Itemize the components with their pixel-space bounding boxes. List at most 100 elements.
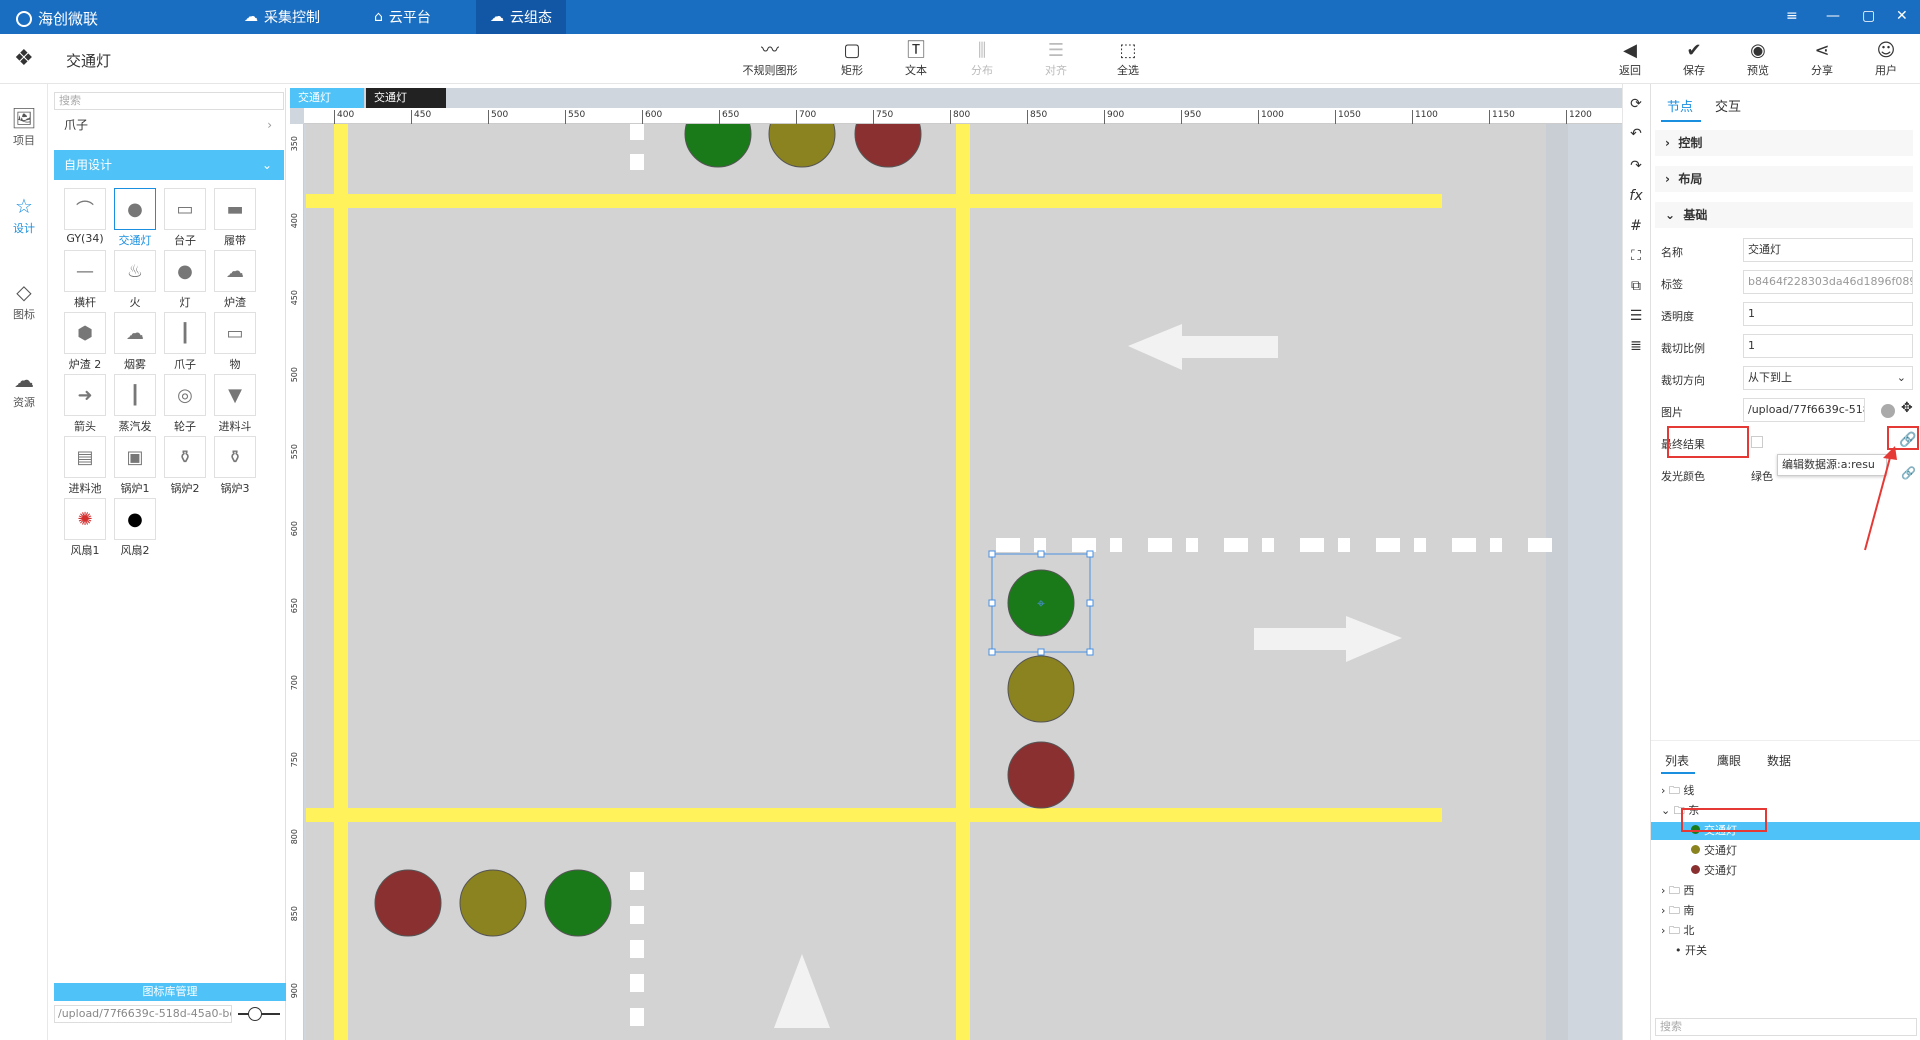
nav-project[interactable]: 🖼 项目 xyxy=(0,106,48,148)
palette-item[interactable]: ◎ 轮子 xyxy=(160,374,210,434)
nav-design[interactable]: ☆ 设计 xyxy=(0,194,48,236)
palette-item[interactable]: ⌒ GY(34) xyxy=(60,188,110,245)
tab-eagle-eye[interactable]: 鹰眼 xyxy=(1717,752,1741,769)
tab-interaction[interactable]: 交互 xyxy=(1715,96,1741,115)
field-glow-color-label: 发光颜色 xyxy=(1661,470,1705,483)
palette-item-label: 交通灯 xyxy=(118,234,152,247)
palette-item[interactable]: ☁ 烟雾 xyxy=(110,312,160,372)
section-layout[interactable]: › 布局 xyxy=(1655,166,1913,192)
palette-item-thumb: ● xyxy=(114,188,156,230)
fit-icon[interactable]: ⛶ xyxy=(1623,248,1649,264)
palette-item[interactable]: ▼ 进料斗 xyxy=(210,374,260,434)
icon-library-button[interactable]: 图标库管理 xyxy=(54,983,286,1001)
tree-item[interactable]: › 🗀 线 xyxy=(1661,782,1694,801)
preview-button[interactable]: ◉ 预览 xyxy=(1730,40,1786,78)
group-icon[interactable]: ⧉ xyxy=(1623,278,1649,294)
palette-item[interactable]: ● 交通灯 xyxy=(110,188,160,248)
palette-search-input[interactable]: 搜索 xyxy=(54,92,284,110)
crop-ratio-input[interactable]: 1 xyxy=(1743,334,1913,358)
tree-item[interactable]: 交通灯 xyxy=(1691,842,1737,858)
tab-collect-control[interactable]: ☁ 采集控制 xyxy=(230,0,334,34)
palette-item[interactable]: ✺ 风扇1 xyxy=(60,498,110,558)
palette-item[interactable]: ┃ 蒸汽发 xyxy=(110,374,160,434)
tool-align[interactable]: ☰ 对齐 xyxy=(1026,40,1086,78)
minimize-icon[interactable]: — xyxy=(1826,8,1840,24)
palette-item[interactable]: ♨ 火 xyxy=(110,250,160,310)
chevron-down-icon: ⌄ xyxy=(261,158,272,172)
ruler-label: 550 xyxy=(565,110,585,124)
back-button[interactable]: ◀ 返回 xyxy=(1602,40,1658,78)
ruler-v-label: 600 xyxy=(290,521,299,537)
palette-item[interactable]: ⚱ 锅炉3 xyxy=(210,436,260,496)
palette-item[interactable]: ➜ 箭头 xyxy=(60,374,110,434)
tool-distribute[interactable]: ⫼ 分布 xyxy=(952,40,1012,78)
doc-tab-2[interactable]: 交通灯 xyxy=(366,88,446,108)
tool-rectangle[interactable]: ▢ 矩形 xyxy=(822,40,882,78)
nav-resources[interactable]: ☁ 资源 xyxy=(0,368,48,410)
tool-select-all[interactable]: ⬚ 全选 xyxy=(1098,40,1158,78)
ruler-vertical: 350 400 450 500 550 600 650 700 750 800 850 900 xyxy=(290,124,304,1040)
path-input[interactable]: /upload/77f6639c-518d-45a0-be xyxy=(54,1005,232,1023)
tab-node[interactable]: 节点 xyxy=(1667,96,1693,115)
crop-direction-select[interactable]: 从下到上 ⌄ xyxy=(1743,366,1913,390)
link-icon-2[interactable]: 🔗 xyxy=(1901,466,1916,480)
zoom-slider[interactable] xyxy=(238,1007,280,1021)
palette-item[interactable]: ● 风扇2 xyxy=(110,498,160,558)
list-icon[interactable]: ≣ xyxy=(1623,338,1649,354)
section-basic[interactable]: ⌄ 基础 xyxy=(1655,202,1913,228)
tag-input[interactable]: b8464f228303da46d1896f089c xyxy=(1743,270,1913,294)
palette-item[interactable]: ▭ 台子 xyxy=(160,188,210,248)
move-icon[interactable]: ✥ xyxy=(1901,400,1913,416)
glow-color-value[interactable]: 绿色 xyxy=(1751,468,1773,484)
image-input[interactable]: /upload/77f6639c-518 xyxy=(1743,398,1865,422)
name-input[interactable]: 交通灯 xyxy=(1743,238,1913,262)
user-button[interactable]: ☺ 用户 xyxy=(1858,40,1914,78)
palette-item[interactable]: ▭ 物 xyxy=(210,312,260,372)
close-icon[interactable]: ✕ xyxy=(1896,8,1908,24)
layer-icon[interactable]: ☰ xyxy=(1623,308,1649,324)
palette-item[interactable]: — 横杆 xyxy=(60,250,110,310)
redo-icon[interactable]: ↷ xyxy=(1623,158,1649,174)
doc-tab-1[interactable]: 交通灯 xyxy=(290,88,364,108)
road-canvas[interactable]: ⌖ xyxy=(306,124,1568,1040)
palette-item[interactable]: ▤ 进料池 xyxy=(60,436,110,496)
final-result-checkbox[interactable] xyxy=(1751,436,1763,448)
tab-cloud-platform[interactable]: ⌂ 云平台 xyxy=(360,0,445,34)
palette-item[interactable]: ⚱ 锅炉2 xyxy=(160,436,210,496)
tree-item[interactable]: • 开关 xyxy=(1675,942,1707,958)
tool-irregular-shape[interactable]: 〰不规则图形 xyxy=(740,40,800,78)
tab-data[interactable]: 数据 xyxy=(1767,752,1791,769)
refresh-icon[interactable]: ⟳ xyxy=(1623,96,1649,112)
canvas-area[interactable]: 交通灯 交通灯 400 450 500 550 600 650 700 750 800 850 90… xyxy=(290,88,1622,1040)
palette-item-label: 进料斗 xyxy=(218,420,252,433)
palette-item[interactable]: ▬ 履带 xyxy=(210,188,260,248)
tree-item[interactable]: › 🗀 北 xyxy=(1661,922,1694,941)
menu-icon[interactable]: ≡ xyxy=(1786,8,1798,24)
grid-icon[interactable]: # xyxy=(1623,218,1649,234)
opacity-input[interactable]: 1 xyxy=(1743,302,1913,326)
slider-handle[interactable] xyxy=(248,1007,262,1021)
palette-item[interactable]: ┃ 爪子 xyxy=(160,312,210,372)
group-claw[interactable]: 爪子 › xyxy=(54,114,284,136)
tool-text[interactable]: 🅃 文本 xyxy=(886,40,946,78)
tree-item[interactable]: › 🗀 南 xyxy=(1661,902,1694,921)
section-control[interactable]: › 控制 xyxy=(1655,130,1913,156)
palette-item[interactable]: ☁ 炉渣 xyxy=(210,250,260,310)
share-button[interactable]: ⋖ 分享 xyxy=(1794,40,1850,78)
tab-cloud-config[interactable]: ☁ 云组态 xyxy=(476,0,566,34)
undo-icon[interactable]: ↶ xyxy=(1623,126,1649,142)
tree-item[interactable]: 交通灯 xyxy=(1691,862,1737,878)
group-custom-design[interactable]: 自用设计 ⌄ xyxy=(54,150,284,180)
palette-item[interactable]: ● 灯 xyxy=(160,250,210,310)
palette-item[interactable]: ▣ 锅炉1 xyxy=(110,436,160,496)
ruler-label: 850 xyxy=(1027,110,1047,124)
function-icon[interactable]: fx xyxy=(1623,188,1649,204)
tab-list[interactable]: 列表 xyxy=(1665,752,1689,769)
maximize-icon[interactable]: ▢ xyxy=(1862,8,1875,24)
tree-search-input[interactable]: 搜索 xyxy=(1655,1018,1917,1036)
tree-item[interactable]: › 🗀 西 xyxy=(1661,882,1694,901)
image-dot-icon[interactable] xyxy=(1881,404,1895,418)
nav-icons[interactable]: ◇ 图标 xyxy=(0,280,48,322)
palette-item[interactable]: ⬢ 炉渣 2 xyxy=(60,312,110,372)
save-button[interactable]: ✔ 保存 xyxy=(1666,40,1722,78)
